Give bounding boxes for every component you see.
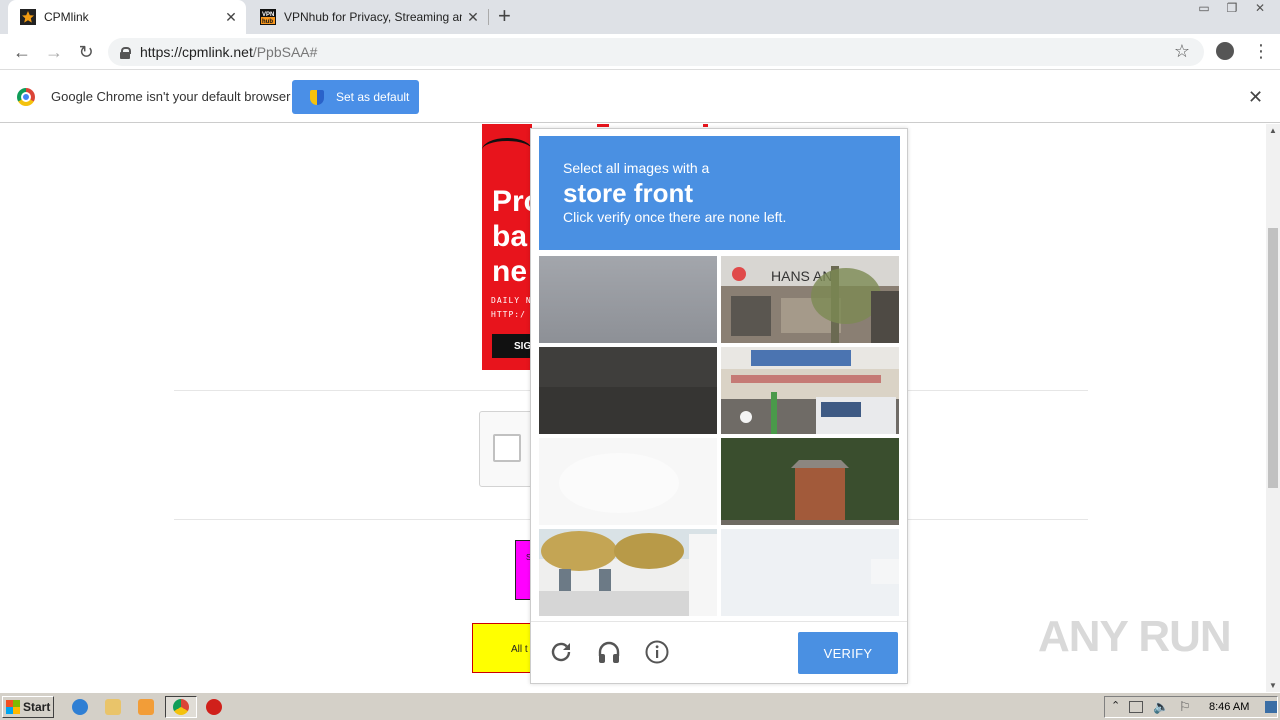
audio-headphones-icon[interactable] bbox=[597, 640, 621, 664]
tile-image bbox=[539, 529, 717, 616]
file-explorer-icon[interactable] bbox=[105, 699, 121, 715]
captcha-challenge-popup: Select all images with a store front Cli… bbox=[530, 128, 908, 684]
verify-button[interactable]: VERIFY bbox=[798, 632, 898, 674]
challenge-tile-6[interactable] bbox=[721, 438, 899, 525]
anyrun-watermark: ANY RUN bbox=[1038, 612, 1232, 661]
info-icon[interactable] bbox=[645, 640, 669, 664]
profile-avatar-icon[interactable] bbox=[1216, 42, 1234, 60]
challenge-prompt: Select all images with a bbox=[563, 160, 710, 176]
ad-headline-line: Pro bbox=[492, 185, 532, 218]
uac-shield-icon bbox=[310, 89, 324, 105]
close-tab-icon[interactable]: ✕ bbox=[462, 9, 484, 26]
infobar-message: Google Chrome isn't your default browser bbox=[51, 89, 291, 104]
network-icon[interactable] bbox=[1129, 701, 1143, 713]
chrome-taskbar-icon bbox=[173, 699, 189, 715]
challenge-target: store front bbox=[563, 178, 693, 208]
tab-title: CPMlink bbox=[44, 10, 89, 24]
svg-text:hub: hub bbox=[262, 19, 273, 25]
opera-icon[interactable] bbox=[206, 699, 222, 715]
chrome-taskbar-button[interactable] bbox=[165, 696, 197, 718]
tab-vpnhub[interactable]: VPNhub VPNhub for Privacy, Streaming and… bbox=[250, 0, 488, 34]
ad-wave-decoration bbox=[482, 138, 532, 162]
yellow-link-box[interactable]: All t bbox=[472, 623, 534, 673]
ad-headline-line: ne bbox=[492, 255, 528, 288]
tab-divider bbox=[488, 9, 489, 25]
ad-edge bbox=[703, 124, 708, 127]
challenge-tile-4[interactable] bbox=[721, 347, 899, 434]
tile-image bbox=[539, 256, 717, 343]
forward-arrow-icon[interactable]: → bbox=[42, 41, 66, 63]
svg-text:VPN: VPN bbox=[262, 12, 274, 18]
ad-banner[interactable]: Pro ba ne DAILY N HTTP:/ SIG bbox=[482, 124, 532, 370]
url-path: /PpbSAA# bbox=[252, 44, 318, 60]
challenge-tile-3[interactable] bbox=[539, 347, 717, 434]
system-tray: ⌃ 🔈 ⚐ bbox=[1104, 696, 1278, 718]
ad-headline: Pro ba ne bbox=[492, 184, 532, 289]
page-scrollbar[interactable]: ▲ ▼ bbox=[1266, 124, 1280, 692]
bookmark-star-icon[interactable]: ☆ bbox=[1174, 41, 1190, 62]
set-as-default-button[interactable]: Set as default bbox=[292, 80, 419, 114]
tile-image bbox=[721, 529, 899, 616]
browser-toolbar: ← → ↻ https://cpmlink.net/PpbSAA# ☆ bbox=[0, 34, 1280, 70]
ad-signup-button[interactable]: SIG bbox=[492, 334, 532, 358]
challenge-header: Select all images with a store front Cli… bbox=[539, 136, 900, 250]
tile-image bbox=[721, 347, 899, 434]
reload-icon[interactable]: ↻ bbox=[74, 41, 98, 63]
scroll-up-arrow-icon[interactable]: ▲ bbox=[1266, 126, 1280, 135]
challenge-tile-7[interactable] bbox=[539, 529, 717, 616]
close-window-icon[interactable]: ✕ bbox=[1246, 0, 1274, 18]
star-favicon-icon bbox=[20, 9, 36, 25]
volume-icon[interactable]: 🔈 bbox=[1153, 699, 1169, 715]
kebab-menu-icon[interactable]: ⋮ bbox=[1252, 40, 1270, 62]
url-host: https://cpmlink.net bbox=[140, 44, 253, 60]
ad-edge bbox=[597, 124, 609, 127]
ad-headline-line: ba bbox=[492, 220, 528, 253]
tile-image bbox=[721, 438, 899, 525]
back-arrow-icon[interactable]: ← bbox=[10, 41, 34, 63]
action-center-flag-icon[interactable]: ⚐ bbox=[1179, 699, 1191, 715]
scroll-down-arrow-icon[interactable]: ▼ bbox=[1266, 681, 1280, 690]
ad-small-line: HTTP:/ bbox=[491, 310, 526, 319]
tile-image bbox=[539, 438, 717, 525]
windows-taskbar: Start ⌃ 🔈 ⚐ 8:46 AM bbox=[0, 692, 1280, 720]
start-button[interactable]: Start bbox=[2, 696, 54, 718]
close-tab-icon[interactable]: ✕ bbox=[220, 9, 242, 26]
new-tab-plus-icon[interactable]: + bbox=[498, 5, 511, 27]
challenge-tile-2[interactable]: HANS AN bbox=[721, 256, 899, 343]
lock-icon[interactable] bbox=[120, 46, 131, 59]
tile-image bbox=[539, 347, 717, 434]
challenge-instruction: Click verify once there are none left. bbox=[563, 209, 787, 225]
taskbar-clock: 8:46 AM bbox=[1209, 701, 1250, 713]
infobar-close-icon[interactable]: ✕ bbox=[1248, 87, 1263, 108]
challenge-tile-8[interactable] bbox=[721, 529, 899, 616]
windows-logo-icon bbox=[6, 700, 20, 714]
tab-title: VPNhub for Privacy, Streaming and N bbox=[284, 10, 462, 24]
challenge-tile-1[interactable] bbox=[539, 256, 717, 343]
window-controls: ▭ ❐ ✕ bbox=[1190, 0, 1274, 18]
show-desktop-icon[interactable] bbox=[1265, 701, 1277, 713]
minimize-icon[interactable]: ▭ bbox=[1190, 0, 1218, 18]
chrome-logo-icon bbox=[17, 88, 35, 106]
set-as-default-label: Set as default bbox=[336, 90, 410, 104]
internet-explorer-icon[interactable] bbox=[72, 699, 88, 715]
restore-icon[interactable]: ❐ bbox=[1218, 0, 1246, 18]
ad-small-line: DAILY N bbox=[491, 296, 532, 305]
address-bar[interactable]: https://cpmlink.net/PpbSAA# ☆ bbox=[108, 38, 1204, 66]
tab-strip: CPMlink ✕ VPN hub VPNhub for Privacy, Str… bbox=[0, 0, 1280, 34]
media-player-icon[interactable] bbox=[138, 699, 154, 715]
default-browser-infobar: Google Chrome isn't your default browser… bbox=[0, 71, 1280, 123]
vpnhub-favicon-icon: VPNhub bbox=[260, 9, 276, 25]
scroll-thumb[interactable] bbox=[1268, 228, 1278, 488]
tray-expand-icon[interactable]: ⌃ bbox=[1111, 699, 1120, 712]
challenge-footer: VERIFY bbox=[531, 621, 907, 683]
captcha-checkbox[interactable] bbox=[493, 434, 521, 462]
tile-image: HANS AN bbox=[721, 256, 899, 343]
ad-small-text: DAILY N HTTP:/ bbox=[491, 294, 532, 322]
start-label: Start bbox=[23, 700, 51, 714]
yellow-box-text: All t bbox=[511, 644, 528, 655]
tab-cpmlink[interactable]: CPMlink ✕ bbox=[8, 0, 246, 34]
refresh-icon[interactable] bbox=[549, 640, 573, 664]
challenge-tile-5[interactable] bbox=[539, 438, 717, 525]
